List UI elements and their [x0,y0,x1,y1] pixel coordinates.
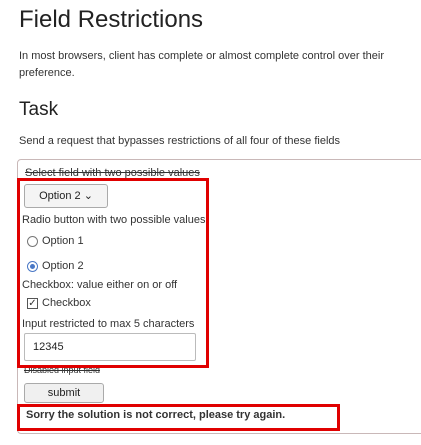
fields-highlight [17,178,209,368]
error-message: Sorry the solution is not correct, pleas… [26,409,286,421]
task-description: Send a request that bypasses restriction… [19,135,341,147]
page-title: Field Restrictions [19,6,204,33]
intro-text: In most browsers, client has complete or… [19,50,384,79]
task-title: Task [19,99,59,120]
submit-button[interactable]: submit [24,383,104,403]
